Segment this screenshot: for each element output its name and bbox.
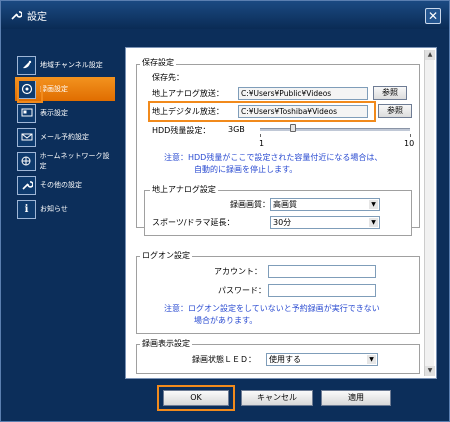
chevron-down-icon[interactable]: ▼ <box>367 355 376 364</box>
settings-panel: ▲ ▼ 保存設定 保存先： 地上アナログ放送： C:¥Users¥Public¥… <box>125 47 437 379</box>
sidebar-item-label: 録画設定 <box>40 85 68 93</box>
scroll-up-icon[interactable]: ▲ <box>425 50 435 60</box>
led-select-value: 使用する <box>269 355 301 364</box>
ok-button-highlight <box>157 385 235 411</box>
hdd-value: 3GB <box>228 125 245 134</box>
logon-group-title: ログオン設定 <box>140 250 192 261</box>
hdd-note-line1: 注意：HDD残量がここで設定された容量付近になる場合は、 <box>164 153 383 162</box>
slider-min-label: 1 <box>259 139 265 148</box>
network-icon <box>17 151 36 171</box>
scrollbar[interactable]: ▲ ▼ <box>424 50 435 376</box>
recdisplay-group-title: 録画表示設定 <box>140 338 192 349</box>
sidebar-item-label: お知らせ <box>40 205 68 213</box>
mail-icon <box>17 127 36 147</box>
hdd-note: 注意：HDD残量がここで設定された容量付近になる場合は、 自動的に録画を停止しま… <box>164 152 382 176</box>
sidebar-item-label: ホームネットワーク設定 <box>39 152 110 170</box>
digital-path-field[interactable]: C:¥Users¥Toshiba¥Videos <box>238 105 368 118</box>
close-button[interactable]: ✕ <box>425 8 441 24</box>
active-item-highlight <box>17 79 43 103</box>
sidebar-item-label: その他の設定 <box>40 181 82 189</box>
sidebar-item-network[interactable]: ホームネットワーク設定 <box>15 149 115 173</box>
sidebar-item-display[interactable]: 表示設定 <box>15 101 115 125</box>
wrench-icon <box>17 175 36 195</box>
sidebar-item-label: 地域チャンネル設定 <box>40 61 103 69</box>
quality-select[interactable]: 高画質 ▼ <box>270 198 380 211</box>
logon-note-line2: 場合があります。 <box>194 316 258 325</box>
wrench-icon <box>9 8 23 22</box>
slider-tick <box>410 134 411 137</box>
display-icon <box>17 103 36 123</box>
scroll-down-icon[interactable]: ▼ <box>425 366 435 376</box>
analog-group-title: 地上アナログ設定 <box>150 184 218 195</box>
storage-group-title: 保存設定 <box>140 57 176 68</box>
info-icon: i <box>17 199 36 219</box>
logon-note: 注意：ログオン設定をしていないと予約録画が実行できない 場合があります。 <box>164 303 380 327</box>
quality-label: 録画画質： <box>230 200 270 209</box>
sidebar-item-channel[interactable]: 地域チャンネル設定 <box>15 53 115 77</box>
apply-button[interactable]: 適用 <box>321 390 391 406</box>
sidebar-item-other[interactable]: その他の設定 <box>15 173 115 197</box>
extend-select-value: 30分 <box>273 218 292 227</box>
chevron-down-icon[interactable]: ▼ <box>369 200 378 209</box>
account-field[interactable] <box>268 265 376 278</box>
digital-browse-button[interactable]: 参照 <box>378 104 412 118</box>
settings-window: 設定 ✕ 地域チャンネル設定 録画設定 表示設定 メール予約設定 ホームネットワ… <box>0 0 450 422</box>
sidebar-item-mail[interactable]: メール予約設定 <box>15 125 115 149</box>
quality-select-value: 高画質 <box>273 200 297 209</box>
hdd-slider-track[interactable] <box>260 128 410 131</box>
sidebar-item-label: 表示設定 <box>40 109 68 117</box>
window-title: 設定 <box>27 11 47 23</box>
led-label: 録画状態ＬＥＤ： <box>192 355 256 364</box>
analog-browse-button[interactable]: 参照 <box>373 86 407 100</box>
digital-path-label: 地上デジタル放送： <box>152 107 224 116</box>
analog-group <box>144 190 412 236</box>
slider-tick <box>260 134 261 137</box>
hdd-note-line2: 自動的に録画を停止します。 <box>194 165 298 174</box>
extend-select[interactable]: 30分 ▼ <box>270 216 380 229</box>
hdd-label: HDD残量設定： <box>152 126 211 135</box>
hdd-slider-thumb[interactable] <box>290 124 296 132</box>
analog-path-label: 地上アナログ放送： <box>152 89 224 98</box>
chevron-down-icon[interactable]: ▼ <box>369 218 378 227</box>
satellite-icon <box>17 55 36 75</box>
title-bar[interactable]: 設定 ✕ <box>1 1 449 29</box>
dest-label: 保存先： <box>152 73 184 82</box>
sidebar-item-label: メール予約設定 <box>40 133 89 141</box>
logon-note-line1: 注意：ログオン設定をしていないと予約録画が実行できない <box>164 304 380 313</box>
extend-label: スポーツ/ドラマ延長： <box>152 218 235 227</box>
account-label: アカウント： <box>214 267 262 276</box>
led-select[interactable]: 使用する ▼ <box>266 353 378 366</box>
sidebar-item-info[interactable]: i お知らせ <box>15 197 115 221</box>
cancel-button[interactable]: キャンセル <box>241 390 313 406</box>
password-label: パスワード： <box>218 286 266 295</box>
password-field[interactable] <box>268 284 376 297</box>
dialog-buttons: OK キャンセル 適用 <box>125 385 437 411</box>
slider-max-label: 10 <box>404 139 415 148</box>
analog-path-field[interactable]: C:¥Users¥Public¥Videos <box>238 87 368 100</box>
